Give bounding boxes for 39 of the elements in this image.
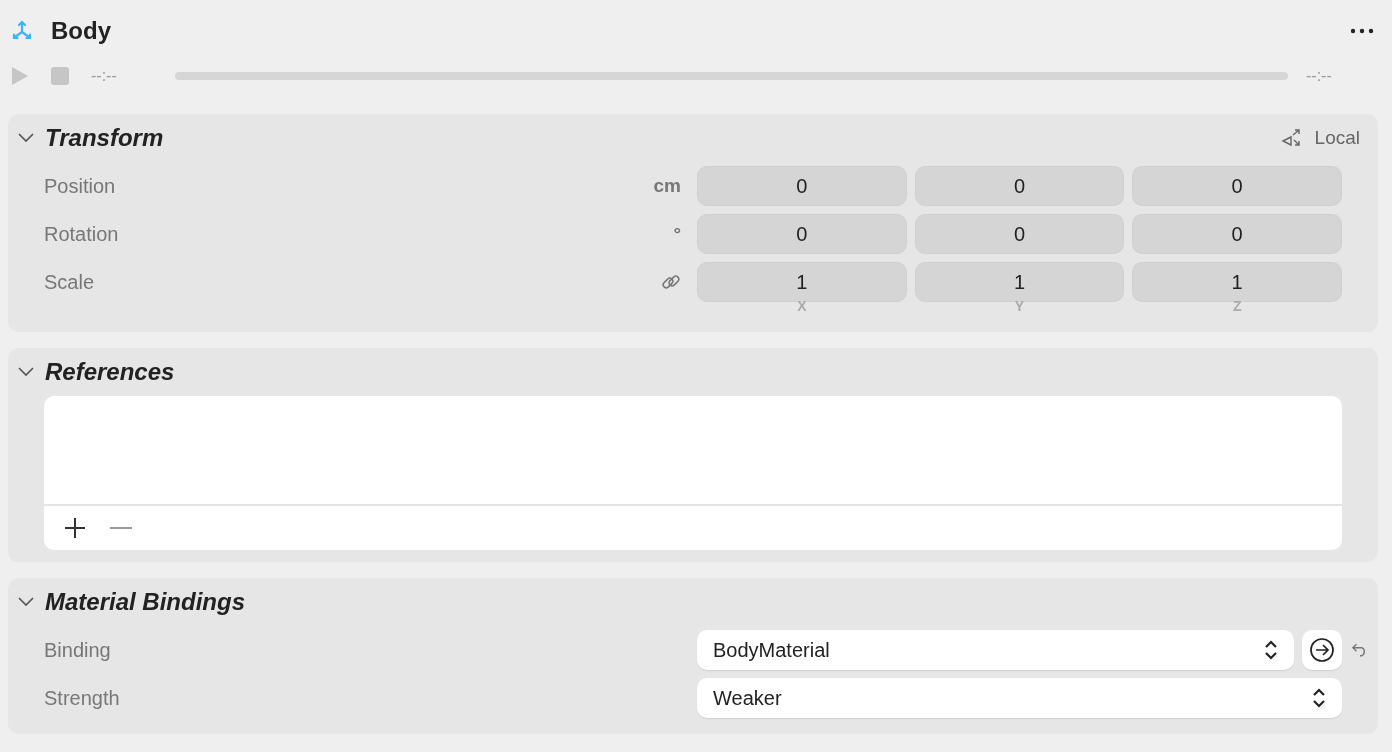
object-title: Body	[51, 17, 112, 45]
number-field[interactable]: 0	[914, 214, 1125, 254]
number-field[interactable]: 0	[914, 166, 1125, 206]
arrow-circle-icon	[1309, 637, 1335, 663]
property-label: Binding	[43, 638, 112, 662]
property-label: Rotation	[43, 222, 120, 246]
chevron-icon[interactable]	[18, 597, 34, 607]
select-field[interactable]: Weaker	[697, 678, 1342, 718]
chevron-updown-icon	[1312, 687, 1326, 709]
go-button[interactable]	[1302, 630, 1342, 670]
elapsed-time: --:--	[91, 67, 118, 85]
section-title: Transform	[45, 124, 165, 152]
number-field[interactable]: 0	[1132, 214, 1342, 254]
space-toggle[interactable]: Local	[1280, 127, 1360, 149]
unit-label: °	[673, 223, 681, 245]
property-label: Scale	[43, 270, 96, 294]
chevron-icon[interactable]	[18, 367, 34, 377]
unit-label: cm	[653, 175, 681, 197]
add-icon[interactable]	[64, 517, 86, 539]
property-label: Strength	[43, 686, 121, 710]
cone-arrows-icon	[1280, 128, 1303, 148]
number-field[interactable]: 1	[697, 262, 907, 302]
chevron-icon[interactable]	[18, 133, 34, 143]
number-field[interactable]: 0	[1132, 166, 1342, 206]
more-icon[interactable]	[1350, 28, 1374, 34]
number-field[interactable]: 1	[914, 262, 1125, 302]
remove-icon[interactable]	[110, 526, 132, 530]
number-field[interactable]: 0	[697, 166, 907, 206]
property-label: Position	[43, 174, 117, 198]
select-field[interactable]: BodyMaterial	[697, 630, 1294, 670]
section-title: Material Bindings	[45, 588, 247, 616]
link-icon[interactable]	[661, 272, 681, 292]
chevron-updown-icon	[1264, 639, 1278, 661]
number-field[interactable]: 1	[1132, 262, 1342, 302]
undo-icon[interactable]	[1352, 642, 1368, 657]
number-field[interactable]: 0	[697, 214, 907, 254]
remaining-time: --:--	[1306, 67, 1333, 85]
section-title: References	[45, 358, 176, 386]
timeline-track[interactable]	[175, 72, 1288, 80]
